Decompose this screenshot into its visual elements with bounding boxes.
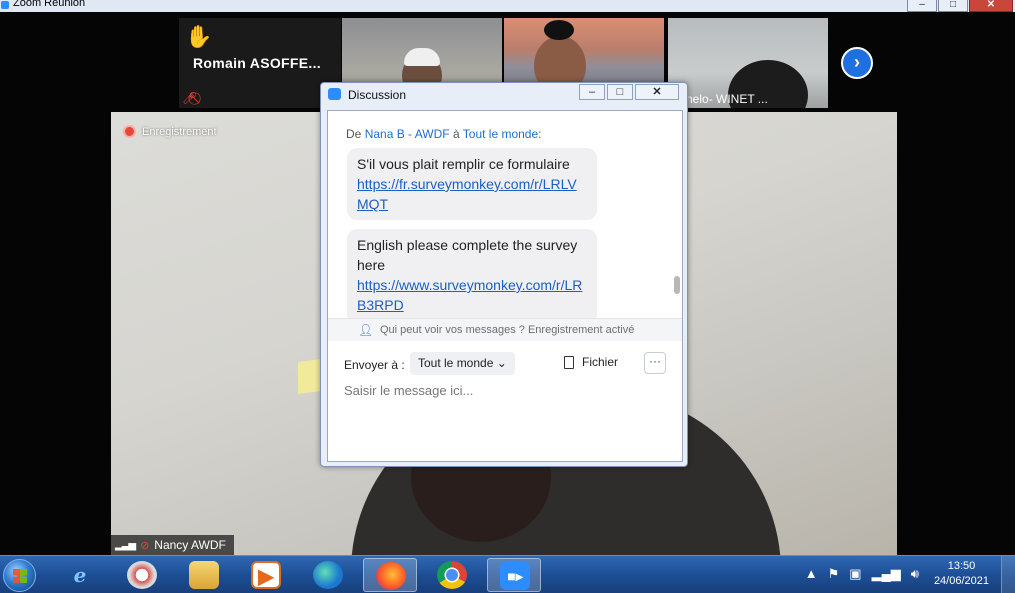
send-to-label: Envoyer à : xyxy=(344,358,405,372)
windows-taskbar: e ▶ ■▸ ▲ ⚑ ▣ ▂▄▆ 🔊︎ 13:50 24/06/2021 xyxy=(0,555,1015,593)
chat-scrollbar[interactable] xyxy=(674,276,680,294)
participant-tile-romain[interactable]: ✋ Romain ASOFFE... 🎤︎⃠ xyxy=(179,18,341,108)
privacy-text: Qui peut voir vos messages ? Enregistrem… xyxy=(380,324,635,336)
send-options: Envoyer à : Tout le monde ⌄ Fichier ··· xyxy=(328,351,682,377)
taskbar-media-player[interactable]: ▶ xyxy=(239,558,293,592)
chat-messages[interactable]: De Nana B - AWDF à Tout le monde: S'il v… xyxy=(328,111,682,318)
volume-icon[interactable]: 🔊︎ xyxy=(911,566,919,582)
raised-hand-icon: ✋ xyxy=(185,24,213,49)
recording-label: Enregistrement xyxy=(142,125,217,138)
paint-icon xyxy=(127,561,157,589)
file-icon xyxy=(564,355,574,369)
file-button[interactable]: Fichier xyxy=(564,355,618,369)
ie-icon: e xyxy=(73,563,87,587)
people-icon: 👤︎ xyxy=(358,323,374,337)
message-link[interactable]: https://www.surveymonkey.com/r/LRB3RPD xyxy=(357,277,582,313)
flag-icon[interactable]: ⚑ xyxy=(828,566,840,582)
chat-title-bar[interactable]: Discussion ‒ □ ✕ xyxy=(321,83,687,105)
participant-name: nelo- WINET ... xyxy=(686,92,768,106)
mic-muted-icon: 🎤︎⃠ xyxy=(182,91,198,105)
windows-logo-icon xyxy=(3,559,36,592)
zoom-app-icon xyxy=(328,88,341,100)
message-text: English please complete the survey here xyxy=(357,237,578,273)
explorer-icon xyxy=(189,561,219,589)
speaker-name-tag: ▂▃▅ ⊘ Nancy AWDF xyxy=(111,535,234,555)
device-icon[interactable]: ▣ xyxy=(849,566,861,582)
message-link[interactable]: https://fr.surveymonkey.com/r/LRLVMQT xyxy=(357,176,577,212)
chat-message: S'il vous plait remplir ce formulaire ht… xyxy=(347,148,597,220)
taskbar-edge[interactable] xyxy=(301,558,355,592)
privacy-notice[interactable]: 👤︎ Qui peut voir vos messages ? Enregist… xyxy=(328,318,682,341)
window-controls: ‒ □ ✕ xyxy=(907,0,1013,12)
close-button[interactable]: ✕ xyxy=(969,0,1013,12)
chevron-down-icon: ⌄ xyxy=(496,356,507,370)
sender-name[interactable]: Nana B - AWDF xyxy=(365,127,450,141)
show-hidden-icon[interactable]: ▲ xyxy=(805,566,818,582)
recording-indicator[interactable]: Enregistrement xyxy=(123,125,217,138)
show-desktop-button[interactable] xyxy=(1001,556,1015,593)
taskbar-firefox[interactable] xyxy=(363,558,417,592)
zoom-icon: ■▸ xyxy=(500,562,530,590)
chat-panel: De Nana B - AWDF à Tout le monde: S'il v… xyxy=(327,110,683,462)
hair-bun xyxy=(544,20,574,40)
taskbar-chrome[interactable] xyxy=(425,558,479,592)
more-options-button[interactable]: ··· xyxy=(644,352,666,374)
recipient-name[interactable]: Tout le monde xyxy=(463,127,538,141)
recipient-value: Tout le monde xyxy=(418,356,494,370)
message-input[interactable] xyxy=(344,383,664,443)
speaker-name: Nancy AWDF xyxy=(154,538,226,552)
sender-mid: à xyxy=(452,127,460,141)
message-sender-line: De Nana B - AWDF à Tout le monde: xyxy=(346,127,542,141)
taskbar-explorer[interactable] xyxy=(177,558,231,592)
sender-prefix: De xyxy=(346,127,362,141)
recording-dot-icon xyxy=(123,125,136,138)
participant-name: Romain ASOFFE... xyxy=(193,55,321,71)
chat-minimize-button[interactable]: ‒ xyxy=(579,84,605,100)
edge-icon xyxy=(313,561,343,589)
signal-icon[interactable]: ▂▄▆ xyxy=(872,566,901,582)
minimize-button[interactable]: ‒ xyxy=(907,0,937,12)
clock-date: 24/06/2021 xyxy=(933,575,989,587)
file-label: Fichier xyxy=(582,355,619,369)
chat-window: Discussion ‒ □ ✕ De Nana B - AWDF à Tout… xyxy=(320,82,688,467)
maximize-button[interactable]: □ xyxy=(938,0,968,12)
mic-muted-icon: ⊘ xyxy=(140,539,150,552)
firefox-icon xyxy=(376,562,406,590)
chrome-icon xyxy=(437,561,467,589)
start-button[interactable] xyxy=(0,557,40,593)
message-text: S'il vous plait remplir ce formulaire xyxy=(357,156,570,172)
signal-bars-icon: ▂▃▅ xyxy=(115,539,136,551)
headscarf xyxy=(404,48,440,66)
zoom-app-icon xyxy=(1,1,9,9)
chevron-right-icon[interactable]: › xyxy=(841,47,873,79)
chat-maximize-button[interactable]: □ xyxy=(607,84,633,100)
system-tray: ▲ ⚑ ▣ ▂▄▆ 🔊︎ xyxy=(805,566,919,582)
chat-window-controls: ‒ □ ✕ xyxy=(579,84,679,100)
chat-message: English please complete the survey here … xyxy=(347,229,597,318)
taskbar-ie[interactable]: e xyxy=(53,558,107,592)
recipient-dropdown[interactable]: Tout le monde ⌄ xyxy=(410,352,515,375)
clock-time: 13:50 xyxy=(947,560,976,572)
taskbar-clock[interactable]: 13:50 24/06/2021 xyxy=(934,559,989,589)
chat-close-button[interactable]: ✕ xyxy=(635,84,679,100)
window-title-bar: Zoom Réunion ‒ □ ✕ xyxy=(0,0,1015,12)
zoom-meeting-screen: Zoom Réunion ‒ □ ✕ ✋ Romain ASOFFE... 🎤︎… xyxy=(0,0,1015,593)
taskbar-paint[interactable] xyxy=(115,558,169,592)
participant-tile-video-3[interactable]: nelo- WINET ... xyxy=(668,18,828,108)
sender-suffix: : xyxy=(538,127,542,141)
taskbar-zoom[interactable]: ■▸ xyxy=(487,558,541,592)
window-title: Zoom Réunion xyxy=(13,0,86,9)
media-player-icon: ▶ xyxy=(251,561,281,589)
chat-title: Discussion xyxy=(348,88,407,102)
